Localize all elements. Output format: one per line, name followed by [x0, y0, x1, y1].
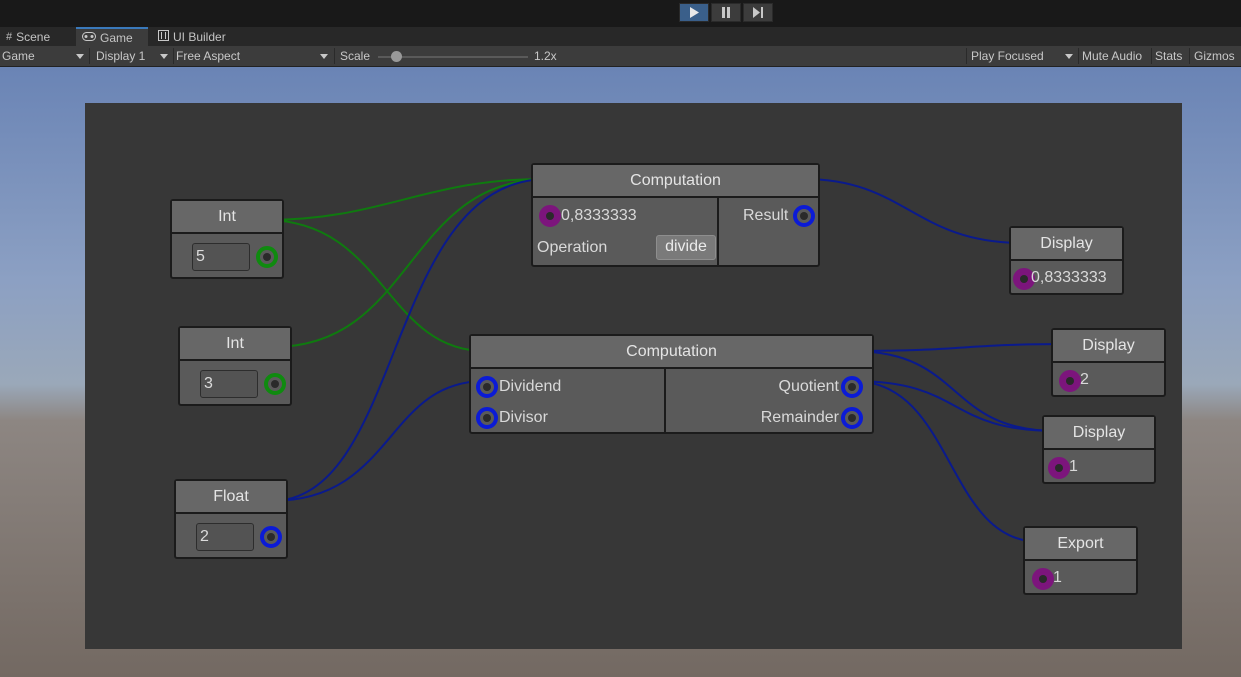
node-title: Computation — [471, 336, 872, 369]
node-graph-canvas[interactable]: Int 5 Int 3 Float 2 Computation 0,833333… — [85, 103, 1182, 649]
divisor-port[interactable] — [476, 407, 498, 429]
scale-label: Scale — [340, 49, 371, 63]
wire-int2-comp1 — [272, 178, 549, 348]
chevron-down-icon — [160, 54, 168, 59]
wire-quotient-display2 — [851, 343, 1069, 352]
tab-label: Scene — [16, 29, 51, 44]
divider — [966, 48, 967, 64]
wire-result-display1 — [803, 178, 1023, 244]
node-title: Float — [176, 481, 286, 514]
input-port[interactable] — [1048, 457, 1070, 479]
aspect-select[interactable]: Free Aspect — [174, 46, 332, 66]
output-port[interactable] — [256, 246, 278, 268]
aspect-select-value: Free Aspect — [176, 49, 241, 63]
int-value-field[interactable]: 5 — [192, 243, 250, 271]
display-value: 0,8333333 — [1031, 269, 1107, 286]
node-title: Export — [1025, 528, 1136, 561]
operation-dropdown[interactable]: divide — [656, 235, 716, 260]
float-node[interactable]: Float 2 — [174, 479, 288, 559]
divider — [1078, 48, 1079, 64]
play-button[interactable] — [679, 3, 709, 22]
display-node[interactable]: Display 1 — [1042, 415, 1156, 484]
play-icon — [690, 7, 699, 18]
editor-tab-bar: # Scene Game UI Builder — [0, 27, 1241, 46]
divider — [1189, 48, 1190, 64]
scale-value: 1.2x — [534, 49, 557, 63]
output-port[interactable] — [264, 373, 286, 395]
input-port[interactable] — [1032, 568, 1054, 590]
ui-builder-icon — [158, 29, 169, 44]
game-view: Int 5 Int 3 Float 2 Computation 0,833333… — [0, 67, 1241, 677]
display-value: 1 — [1069, 458, 1078, 475]
input-port[interactable] — [539, 205, 561, 227]
node-title: Int — [172, 201, 282, 234]
step-icon — [753, 7, 763, 18]
float-value-field[interactable]: 2 — [196, 523, 254, 551]
chevron-down-icon — [1065, 54, 1073, 59]
input-value: 0,8333333 — [561, 207, 637, 224]
node-title: Display — [1044, 417, 1154, 450]
pause-icon — [722, 7, 730, 18]
int-node[interactable]: Int 5 — [170, 199, 284, 279]
divisor-label: Divisor — [499, 409, 548, 426]
wire-int1-dividend — [264, 219, 486, 352]
divider — [89, 48, 90, 64]
display-node[interactable]: Display 2 — [1051, 328, 1166, 397]
export-value: 1 — [1053, 569, 1062, 586]
play-mode-value: Play Focused — [971, 49, 1044, 63]
export-node[interactable]: Export 1 — [1023, 526, 1138, 595]
wire-quotient-display3 — [851, 350, 1058, 432]
chevron-down-icon — [320, 54, 328, 59]
node-title: Int — [180, 328, 290, 361]
node-title: Computation — [533, 165, 818, 198]
dividend-port[interactable] — [476, 376, 498, 398]
remainder-label: Remainder — [760, 409, 839, 426]
scale-slider-handle[interactable] — [391, 51, 402, 62]
hash-icon: # — [6, 30, 13, 43]
wire-float-divisor — [270, 380, 486, 502]
output-label: Result — [743, 207, 789, 224]
wire-remainder-display3 — [852, 380, 1058, 432]
display-select-value: Display 1 — [96, 49, 146, 63]
gizmos-toggle[interactable]: Gizmos — [1192, 46, 1235, 66]
output-port[interactable] — [260, 526, 282, 548]
remainder-port[interactable] — [841, 407, 863, 429]
operation-label: Operation — [537, 239, 608, 256]
mute-audio-toggle[interactable]: Mute Audio — [1080, 46, 1142, 66]
int-node[interactable]: Int 3 — [178, 326, 292, 406]
wire-remainder-export — [852, 380, 1041, 543]
pause-button[interactable] — [711, 3, 741, 22]
divider — [664, 369, 666, 432]
node-title: Display — [1053, 330, 1164, 363]
game-view-toolbar: Game Display 1 Free Aspect Scale 1.2x Pl… — [0, 46, 1241, 67]
gamepad-icon — [82, 31, 96, 44]
display-select[interactable]: Display 1 — [94, 46, 172, 66]
tab-game[interactable]: Game — [76, 27, 148, 46]
play-toolbar — [0, 0, 1241, 27]
display-value: 2 — [1080, 371, 1089, 388]
computation-node[interactable]: Computation 0,8333333 Operation divide R… — [531, 163, 820, 267]
input-port[interactable] — [1059, 370, 1081, 392]
divider — [334, 48, 335, 64]
tab-label: Game — [100, 30, 133, 45]
view-select[interactable]: Game — [0, 46, 88, 66]
tab-ui-builder[interactable]: UI Builder — [152, 27, 242, 46]
quotient-port[interactable] — [841, 376, 863, 398]
int-value-field[interactable]: 3 — [200, 370, 258, 398]
chevron-down-icon — [76, 54, 84, 59]
divider — [717, 198, 719, 265]
node-title: Display — [1011, 228, 1122, 261]
tab-label: UI Builder — [173, 29, 226, 44]
view-select-value: Game — [2, 49, 35, 63]
output-port[interactable] — [793, 205, 815, 227]
computation-node[interactable]: Computation Dividend Divisor Quotient Re… — [469, 334, 874, 434]
tab-scene[interactable]: # Scene — [0, 27, 74, 46]
quotient-label: Quotient — [778, 378, 839, 395]
divider — [1151, 48, 1152, 64]
step-button[interactable] — [743, 3, 773, 22]
play-mode-select[interactable]: Play Focused — [969, 46, 1077, 66]
stats-toggle[interactable]: Stats — [1153, 46, 1182, 66]
dividend-label: Dividend — [499, 378, 562, 395]
display-node[interactable]: Display 0,8333333 — [1009, 226, 1124, 295]
